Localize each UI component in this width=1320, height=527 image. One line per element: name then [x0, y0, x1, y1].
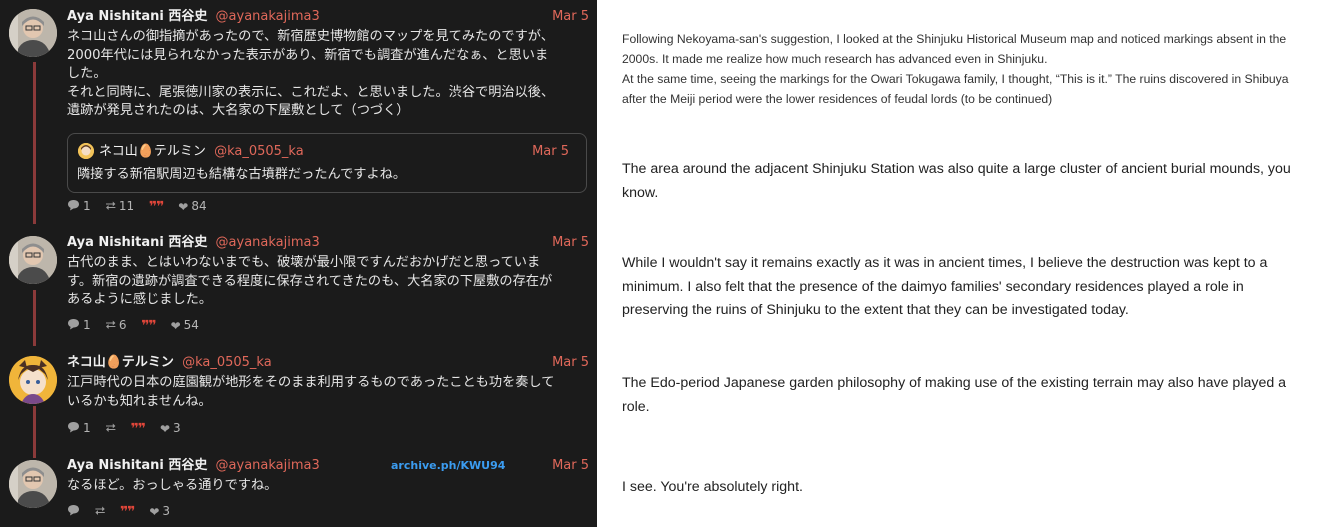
- speech-bubble-icon: [67, 318, 80, 334]
- avatar[interactable]: [9, 460, 57, 508]
- reply-button[interactable]: 1: [67, 420, 91, 437]
- author-handle[interactable]: @ayanakajima3: [216, 458, 320, 473]
- tweet-text: ネコ山さんの御指摘があったので、新宿歴史博物館のマップを見てみたのですが、 20…: [67, 29, 555, 118]
- retweet-button[interactable]: ⮂ 6: [105, 317, 126, 334]
- translation-tweet-1: Following Nekoyama-san's suggestion, I l…: [622, 32, 1289, 106]
- thread-connector: [33, 62, 36, 224]
- tweet-date[interactable]: Mar 5: [552, 353, 589, 373]
- avatar[interactable]: [9, 9, 57, 57]
- author-handle[interactable]: @ayanakajima3: [216, 235, 320, 250]
- heart-icon: ❤: [170, 318, 181, 333]
- tweet-date[interactable]: Mar 5: [552, 456, 589, 476]
- tweet-actions: ⮂ ❞❞ ❤ 3: [67, 503, 181, 520]
- archive-link[interactable]: archive.ph/KWU94: [391, 456, 505, 476]
- like-button[interactable]: ❤ 3: [149, 503, 170, 520]
- reply-count: 1: [83, 318, 91, 332]
- author-name[interactable]: ネコ山🥚テルミン: [67, 355, 174, 370]
- translation-panel: Following Nekoyama-san's suggestion, I l…: [597, 0, 1320, 527]
- retweet-icon: ⮂: [105, 317, 116, 333]
- quote-button[interactable]: ❞❞: [148, 198, 164, 215]
- tweet-text: 江戸時代の日本の庭園観が地形をそのまま利用するものであったことも功を奏して いる…: [67, 375, 555, 409]
- translation-tweet-4: I see. You're absolutely right.: [622, 479, 803, 495]
- quote-icon: ❞❞: [130, 420, 146, 437]
- retweet-count: 6: [118, 318, 127, 332]
- translation-tweet-3: The Edo-period Japanese garden philosoph…: [622, 375, 1287, 415]
- author-handle[interactable]: @ayanakajima3: [216, 9, 320, 24]
- speech-bubble-icon: [67, 504, 80, 520]
- tweet-actions: 1 ⮂ ❞❞ ❤ 3: [67, 420, 192, 437]
- tweet: Aya Nishitani 西谷史 @ayanakajima3 Mar 5 古代…: [67, 233, 589, 310]
- translation-quote: The area around the adjacent Shinjuku St…: [622, 161, 1291, 201]
- like-count: 54: [183, 318, 199, 332]
- like-count: 3: [173, 421, 181, 435]
- avatar[interactable]: [9, 356, 57, 404]
- retweet-icon: ⮂: [94, 503, 106, 519]
- tweet-thread-panel: Aya Nishitani 西谷史 @ayanakajima3 Mar 5 ネコ…: [0, 0, 597, 527]
- avatar[interactable]: [9, 236, 57, 284]
- author-name[interactable]: Aya Nishitani 西谷史: [67, 235, 207, 250]
- tweet-header: Aya Nishitani 西谷史 @ayanakajima3 Mar 5: [67, 7, 589, 27]
- quote-icon: ❞❞: [120, 503, 135, 520]
- author-handle[interactable]: @ka_0505_ka: [182, 355, 272, 370]
- reply-count: 1: [83, 199, 91, 213]
- retweet-count: 11: [118, 199, 135, 213]
- heart-icon: ❤: [178, 199, 189, 214]
- tweet: Aya Nishitani 西谷史 @ayanakajima3 archive.…: [67, 456, 589, 496]
- quote-button[interactable]: ❞❞: [130, 420, 146, 437]
- retweet-button[interactable]: ⮂: [105, 420, 115, 437]
- quoted-author-handle: @ka_0505_ka: [214, 143, 304, 159]
- like-button[interactable]: ❤ 3: [160, 420, 181, 437]
- quote-button[interactable]: ❞❞: [141, 317, 156, 334]
- like-button[interactable]: ❤ 84: [178, 198, 206, 215]
- tweet-text: なるほど。おっしゃる通りですね。: [67, 478, 278, 493]
- heart-icon: ❤: [159, 421, 171, 436]
- like-count: 3: [162, 504, 171, 518]
- quoted-tweet[interactable]: ネコ山🥚テルミン @ka_0505_ka Mar 5 隣接する新宿駅周辺も結構な…: [67, 132, 587, 193]
- thread-connector: [33, 290, 36, 346]
- quote-button[interactable]: ❞❞: [120, 503, 135, 520]
- reply-button[interactable]: 1: [67, 317, 91, 334]
- quoted-header: ネコ山🥚テルミン @ka_0505_ka Mar 5: [77, 143, 577, 161]
- tweet-header: ネコ山🥚テルミン @ka_0505_ka Mar 5: [67, 353, 589, 373]
- tweet-header: Aya Nishitani 西谷史 @ayanakajima3 Mar 5: [67, 233, 589, 253]
- tweet: ネコ山🥚テルミン @ka_0505_ka Mar 5 江戸時代の日本の庭園観が地…: [67, 353, 589, 411]
- retweet-icon: ⮂: [105, 198, 116, 214]
- quoted-author-name: ネコ山🥚テルミン: [99, 143, 206, 159]
- reply-count: 1: [83, 421, 91, 435]
- retweet-button[interactable]: ⮂ 11: [105, 198, 134, 215]
- quoted-text: 隣接する新宿駅周辺も結構な古墳群だったんですよね。: [77, 166, 407, 182]
- tweet-actions: 1 ⮂ 11 ❞❞ ❤ 84: [67, 198, 218, 215]
- thread-connector: [33, 406, 36, 458]
- quoted-date: Mar 5: [532, 143, 569, 159]
- heart-icon: ❤: [149, 504, 160, 519]
- like-count: 84: [191, 199, 207, 213]
- speech-bubble-icon: [67, 421, 80, 437]
- retweet-icon: ⮂: [105, 420, 116, 436]
- tweet-date[interactable]: Mar 5: [552, 7, 589, 27]
- author-name[interactable]: Aya Nishitani 西谷史: [67, 458, 207, 473]
- quote-icon: ❞❞: [148, 198, 164, 215]
- tweet-date[interactable]: Mar 5: [552, 233, 589, 253]
- retweet-button[interactable]: ⮂: [95, 503, 105, 520]
- like-button[interactable]: ❤ 54: [171, 317, 199, 334]
- tweet-actions: 1 ⮂ 6 ❞❞ ❤ 54: [67, 317, 210, 334]
- quote-icon: ❞❞: [141, 317, 156, 334]
- reply-button[interactable]: [67, 503, 80, 520]
- reply-button[interactable]: 1: [67, 198, 91, 215]
- author-name[interactable]: Aya Nishitani 西谷史: [67, 9, 207, 24]
- speech-bubble-icon: [67, 199, 80, 215]
- tweet-header: Aya Nishitani 西谷史 @ayanakajima3 archive.…: [67, 456, 589, 476]
- translation-tweet-2: While I wouldn't say it remains exactly …: [622, 255, 1268, 318]
- tweet: Aya Nishitani 西谷史 @ayanakajima3 Mar 5 ネコ…: [67, 7, 589, 193]
- tweet-text: 古代のまま、とはいわないまでも、破壊が最小限ですんだおかげだと思っていま す。新…: [67, 255, 553, 307]
